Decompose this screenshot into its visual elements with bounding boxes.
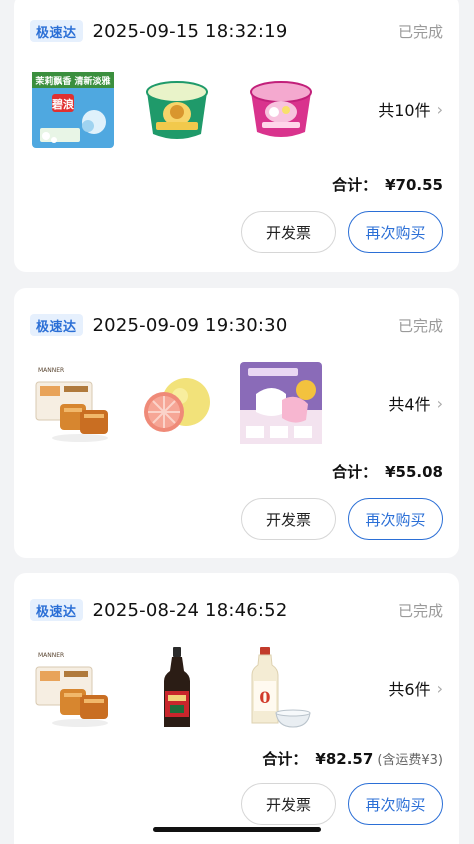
total-label: 合计： bbox=[262, 750, 308, 768]
svg-text:MANNER: MANNER bbox=[38, 367, 64, 374]
detergent-label: 茉莉飘香 清新淡雅 bbox=[34, 75, 110, 87]
product-thumb-pads-box bbox=[238, 360, 324, 446]
order-header: 极速达 2025-08-24 18:46:52 已完成 bbox=[30, 593, 443, 627]
svg-text:碧浪: 碧浪 bbox=[51, 97, 74, 111]
order-status: 已完成 bbox=[397, 22, 443, 41]
order-time: 2025-09-15 18:32:19 bbox=[92, 20, 288, 42]
total-label: 合计： bbox=[332, 463, 378, 481]
chevron-right-icon: › bbox=[436, 393, 443, 413]
item-count-label: 共6件 bbox=[388, 680, 431, 699]
product-row[interactable]: MANNER 0 共6件 › bbox=[30, 643, 443, 733]
invoice-button[interactable]: 开发票 bbox=[241, 211, 336, 253]
item-count-label: 共10件 bbox=[378, 101, 431, 120]
item-count[interactable]: 共4件 › bbox=[388, 391, 443, 415]
product-thumb-pastry-box: MANNER bbox=[30, 645, 116, 731]
product-thumb-noodle-cup-pink bbox=[238, 66, 324, 152]
order-time: 2025-09-09 19:30:30 bbox=[92, 314, 288, 336]
express-badge: 极速达 bbox=[30, 314, 83, 336]
shipping-note: (含运费¥3) bbox=[377, 753, 443, 768]
invoice-button[interactable]: 开发票 bbox=[241, 498, 336, 540]
total-label: 合计： bbox=[332, 176, 378, 194]
total-amount: ¥55.08 bbox=[385, 463, 443, 481]
order-total: 合计： ¥82.57 (含运费¥3) bbox=[262, 748, 443, 769]
product-thumb-laundry-detergent: 茉莉飘香 清新淡雅 碧浪 bbox=[30, 66, 116, 152]
svg-text:0: 0 bbox=[259, 688, 270, 707]
express-badge: 极速达 bbox=[30, 599, 83, 621]
order-card[interactable]: 极速达 2025-09-15 18:32:19 已完成 茉莉飘香 清新淡雅 碧浪 bbox=[14, 0, 459, 272]
rebuy-button[interactable]: 再次购买 bbox=[348, 498, 443, 540]
order-total: 合计： ¥55.08 bbox=[332, 461, 443, 482]
order-time: 2025-08-24 18:46:52 bbox=[92, 599, 288, 621]
svg-text:MANNER: MANNER bbox=[38, 652, 64, 659]
product-thumb-pomelo bbox=[134, 360, 220, 446]
rebuy-button[interactable]: 再次购买 bbox=[348, 783, 443, 825]
express-badge: 极速达 bbox=[30, 20, 83, 42]
item-count[interactable]: 共6件 › bbox=[388, 676, 443, 700]
invoice-button[interactable]: 开发票 bbox=[241, 783, 336, 825]
item-count-label: 共4件 bbox=[388, 395, 431, 414]
product-row[interactable]: 茉莉飘香 清新淡雅 碧浪 共10件 › bbox=[30, 64, 443, 154]
home-indicator[interactable] bbox=[153, 827, 321, 832]
action-buttons: 开发票 再次购买 bbox=[241, 211, 443, 253]
chevron-right-icon: › bbox=[436, 99, 443, 119]
order-card[interactable]: 极速达 2025-09-09 19:30:30 已完成 MANNER 共4件 ›… bbox=[14, 288, 459, 558]
product-thumb-soy-sauce-bottle bbox=[134, 645, 220, 731]
product-thumb-noodle-cup-green bbox=[134, 66, 220, 152]
action-buttons: 开发票 再次购买 bbox=[241, 783, 443, 825]
item-count[interactable]: 共10件 › bbox=[378, 97, 443, 121]
total-amount: ¥82.57 bbox=[315, 750, 374, 768]
total-amount: ¥70.55 bbox=[385, 176, 443, 194]
chevron-right-icon: › bbox=[436, 678, 443, 698]
rebuy-button[interactable]: 再次购买 bbox=[348, 211, 443, 253]
order-header: 极速达 2025-09-15 18:32:19 已完成 bbox=[30, 14, 443, 48]
product-thumb-vinegar-bottle: 0 bbox=[238, 645, 324, 731]
order-status: 已完成 bbox=[397, 316, 443, 335]
order-total: 合计： ¥70.55 bbox=[332, 174, 443, 195]
product-thumb-pastry-box: MANNER bbox=[30, 360, 116, 446]
order-header: 极速达 2025-09-09 19:30:30 已完成 bbox=[30, 308, 443, 342]
action-buttons: 开发票 再次购买 bbox=[241, 498, 443, 540]
order-card[interactable]: 极速达 2025-08-24 18:46:52 已完成 MANNER 0 共6件… bbox=[14, 573, 459, 844]
order-status: 已完成 bbox=[397, 601, 443, 620]
product-row[interactable]: MANNER 共4件 › bbox=[30, 358, 443, 448]
